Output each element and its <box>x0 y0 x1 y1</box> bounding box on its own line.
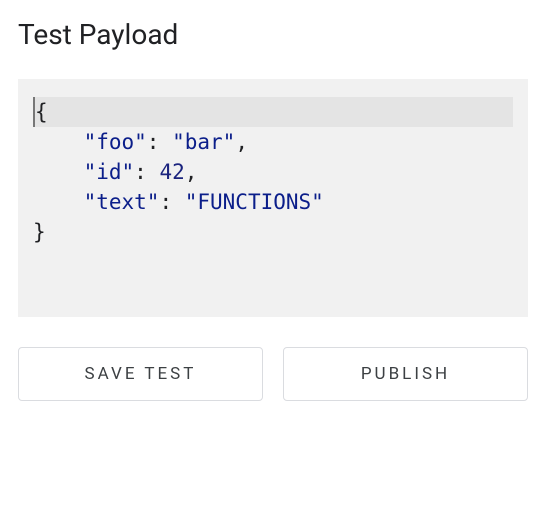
section-title: Test Payload <box>18 18 528 51</box>
publish-button[interactable]: PUBLISH <box>283 347 528 401</box>
code-line-3: "id": 42, <box>33 157 513 187</box>
code-line-5: } <box>33 217 513 247</box>
brace-close: } <box>33 220 46 244</box>
code-line-2: "foo": "bar", <box>33 127 513 157</box>
button-row: SAVE TEST PUBLISH <box>18 347 528 401</box>
payload-editor[interactable]: { "foo": "bar", "id": 42, "text": "FUNCT… <box>18 79 528 317</box>
code-line-4: "text": "FUNCTIONS" <box>33 187 513 217</box>
code-line-1: { <box>33 97 513 127</box>
brace-open: { <box>33 97 48 127</box>
save-test-button[interactable]: SAVE TEST <box>18 347 263 401</box>
